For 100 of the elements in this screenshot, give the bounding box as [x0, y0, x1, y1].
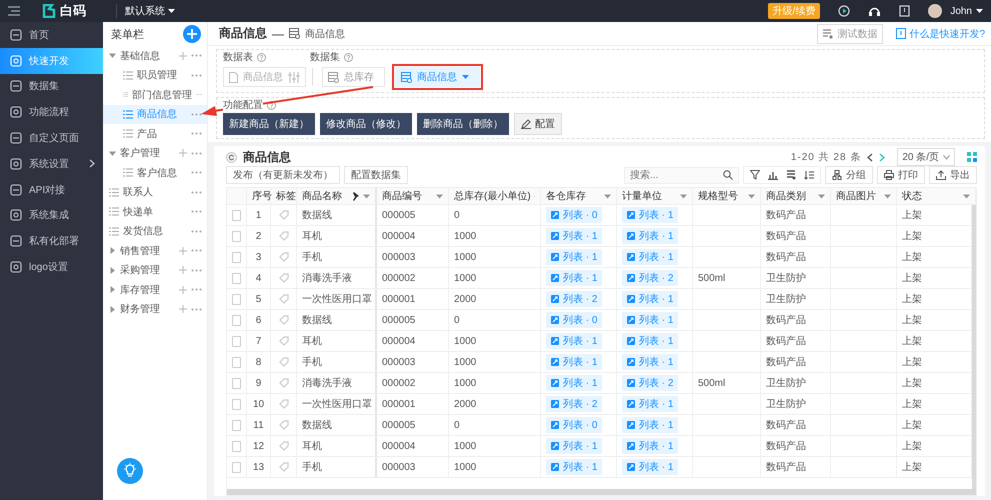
row-checkbox[interactable] — [232, 378, 241, 388]
tree-item[interactable]: 客户信息 — [103, 163, 207, 182]
caret-icon[interactable] — [604, 194, 611, 198]
nav-item[interactable]: 首页 — [0, 22, 103, 48]
tag-icon[interactable] — [278, 336, 288, 346]
play-icon[interactable] — [838, 5, 850, 17]
caret-icon[interactable] — [680, 194, 687, 198]
tag-icon[interactable] — [278, 378, 288, 388]
tag-icon[interactable] — [278, 252, 288, 262]
more-icon[interactable] — [191, 171, 202, 174]
tool-button[interactable]: 导出 — [929, 166, 977, 184]
column-header[interactable]: 商品图片 — [831, 188, 897, 204]
headset-icon[interactable] — [868, 6, 882, 16]
more-icon[interactable] — [191, 268, 202, 272]
tree-item[interactable]: 发货信息 — [103, 222, 207, 241]
sort-icon[interactable] — [804, 170, 814, 180]
tag-icon[interactable] — [278, 231, 288, 241]
row-checkbox[interactable] — [232, 462, 241, 472]
caret-icon[interactable] — [363, 194, 370, 198]
add-icon[interactable] — [179, 266, 187, 274]
column-header[interactable]: 标签 — [271, 188, 297, 204]
tree-item[interactable]: 基础信息 — [103, 46, 207, 66]
tool-button[interactable]: 分组 — [825, 166, 873, 184]
tree-item[interactable]: 库存管理 — [103, 280, 207, 300]
page-size-select[interactable]: 20 条/页 — [897, 148, 955, 166]
grid-icon[interactable] — [967, 152, 977, 162]
more-icon[interactable] — [191, 132, 202, 136]
tag-icon[interactable] — [278, 399, 288, 409]
nav-item[interactable]: 功能流程 — [0, 99, 103, 126]
caret-icon[interactable] — [884, 194, 891, 198]
tag-icon[interactable] — [278, 441, 288, 451]
horizontal-scrollbar[interactable] — [227, 489, 976, 495]
row-checkbox[interactable] — [232, 314, 241, 326]
previous-page-icon[interactable] — [867, 152, 874, 162]
tag-icon[interactable] — [278, 210, 288, 220]
more-icon[interactable] — [191, 190, 202, 194]
more-icon[interactable] — [191, 249, 202, 252]
more-icon[interactable] — [191, 112, 202, 116]
user-menu[interactable]: John — [950, 6, 983, 16]
row-checkbox[interactable] — [232, 336, 241, 346]
add-icon[interactable] — [179, 305, 187, 314]
column-header[interactable]: 总库存(最小单位) — [449, 188, 541, 204]
row-checkbox[interactable] — [232, 440, 241, 452]
refresh-icon[interactable] — [226, 152, 237, 162]
row-checkbox[interactable] — [232, 294, 241, 304]
row-checkbox[interactable] — [232, 210, 241, 220]
tree-item[interactable]: 部门信息管理 — [103, 85, 207, 104]
tree-item[interactable]: 职员管理 — [103, 66, 207, 85]
caret-icon[interactable] — [818, 194, 825, 198]
more-icon[interactable] — [191, 54, 202, 58]
help-icon[interactable] — [344, 52, 353, 62]
add-icon[interactable] — [179, 246, 187, 255]
column-header[interactable]: 商品类别 — [761, 188, 831, 204]
tool-button[interactable]: 打印 — [877, 166, 925, 184]
row-checkbox[interactable] — [232, 420, 241, 430]
lightbulb-button[interactable] — [117, 458, 143, 484]
add-icon[interactable] — [183, 25, 201, 43]
nav-item[interactable]: 数据集 — [0, 74, 103, 100]
nav-item[interactable]: API对接 — [0, 176, 103, 203]
column-header[interactable]: 商品编号 — [377, 188, 449, 204]
caret-icon[interactable] — [748, 194, 755, 198]
nav-item[interactable]: 系统设置 — [0, 150, 103, 177]
caret-icon[interactable] — [436, 194, 443, 198]
row-checkbox[interactable] — [232, 356, 241, 368]
column-header[interactable]: 各仓库存 — [541, 188, 617, 204]
system-dropdown[interactable]: 默认系统 — [125, 4, 175, 18]
tag-icon[interactable] — [278, 294, 288, 304]
config-button[interactable]: 配置 — [514, 113, 562, 135]
row-checkbox[interactable] — [232, 272, 241, 284]
column-header[interactable]: 规格型号 — [693, 188, 761, 204]
help-icon[interactable] — [267, 100, 276, 110]
add-icon[interactable] — [179, 149, 187, 158]
tag-icon[interactable] — [278, 357, 288, 367]
vertical-scrollbar[interactable] — [972, 205, 976, 489]
help-icon[interactable] — [257, 52, 266, 62]
nav-item[interactable]: 私有化部署 — [0, 228, 103, 254]
more-icon[interactable] — [191, 152, 202, 155]
more-icon[interactable] — [191, 210, 202, 214]
action-button[interactable]: 删除商品（删除） — [417, 113, 509, 135]
add-icon[interactable] — [179, 52, 187, 60]
column-header[interactable]: 计量单位 — [617, 188, 693, 204]
tag-icon[interactable] — [278, 420, 288, 430]
next-page-icon[interactable] — [879, 152, 886, 162]
bar-chart-icon[interactable] — [768, 170, 778, 180]
action-button[interactable]: 新建商品（新建） — [223, 113, 315, 135]
menu-icon[interactable] — [8, 6, 20, 16]
tree-item[interactable]: 财务管理 — [103, 300, 207, 319]
row-checkbox[interactable] — [232, 252, 241, 262]
column-header[interactable]: 商品名称 — [297, 188, 377, 204]
tree-item[interactable]: 销售管理 — [103, 241, 207, 260]
sliders-icon[interactable] — [288, 72, 300, 82]
toolbar-button[interactable]: 配置数据集 — [344, 166, 408, 184]
more-icon[interactable] — [191, 288, 202, 292]
tree-item[interactable]: 联系人 — [103, 182, 207, 202]
add-icon[interactable] — [179, 286, 187, 294]
avatar[interactable] — [928, 4, 942, 18]
more-icon[interactable] — [191, 308, 202, 311]
tag-icon[interactable] — [278, 315, 288, 325]
columns-icon[interactable] — [786, 170, 796, 180]
tree-item[interactable]: 客户管理 — [103, 144, 207, 163]
